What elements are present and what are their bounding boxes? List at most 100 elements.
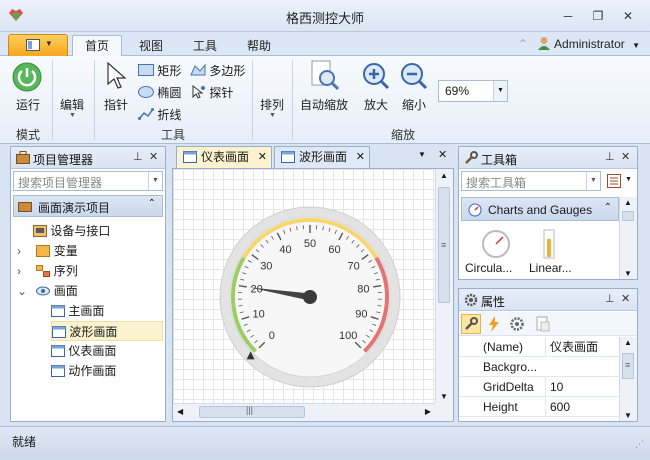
expand-icon[interactable]: ⌄ — [17, 281, 29, 301]
pin-icon[interactable]: ⊥ — [605, 150, 615, 163]
application-menu-button[interactable]: ▼ — [8, 34, 68, 56]
vertical-scrollbar[interactable]: ▲ ≡ ▼ — [435, 169, 453, 403]
collapse-icon[interactable]: ⌃ — [148, 198, 156, 209]
close-icon[interactable]: ✕ — [356, 147, 365, 167]
property-row[interactable]: Backgro... — [459, 357, 619, 377]
toolbox-item-linear-gauge[interactable]: Linear... — [525, 227, 595, 277]
tree-label: 序列 — [53, 264, 78, 278]
gauge-tick — [238, 305, 243, 307]
tree-item-gauge-screen[interactable]: 仪表画面 — [51, 341, 161, 361]
pin-icon[interactable]: ⊥ — [605, 292, 615, 305]
toolbox-search-input[interactable]: 搜索工具箱 ▼ — [461, 171, 601, 191]
scroll-left-icon[interactable]: ◀ — [177, 407, 183, 416]
properties-view-button[interactable] — [461, 314, 481, 334]
horizontal-scrollbar[interactable]: ◀ ||| ▶ — [173, 403, 435, 421]
rectangle-label: 矩形 — [157, 64, 182, 78]
tab-list-dropdown-icon[interactable]: ▼ — [418, 150, 426, 159]
toolbox-view-menu[interactable]: ▼ — [605, 171, 635, 191]
resize-grip-icon[interactable]: ⋰ — [635, 439, 644, 450]
panel-title: 项目管理器 — [33, 153, 94, 167]
vertical-scrollbar[interactable]: ▲ ≡ ▼ — [619, 337, 637, 421]
doc-tab-gauge-screen[interactable]: 仪表画面 ✕ — [176, 146, 272, 168]
polyline-icon — [138, 108, 154, 120]
tab-home[interactable]: 首页 — [72, 35, 122, 57]
property-row[interactable]: (Name) 仪表画面 — [459, 337, 619, 357]
property-value[interactable]: 600 — [545, 397, 617, 417]
property-value[interactable]: 仪表画面 — [545, 337, 617, 357]
close-icon[interactable]: ✕ — [149, 150, 158, 163]
wrench-icon — [465, 317, 478, 330]
scroll-up-icon[interactable]: ▲ — [624, 198, 632, 207]
polygon-button[interactable]: 多边形 — [190, 62, 245, 78]
collapse-icon[interactable]: ⌃ — [604, 202, 612, 213]
probe-button[interactable]: 探针 — [190, 84, 233, 100]
close-icon[interactable]: ✕ — [621, 292, 630, 305]
expand-icon[interactable]: › — [17, 261, 29, 281]
scrollbar-thumb[interactable]: ≡ — [438, 187, 450, 303]
gauge-hub — [303, 290, 317, 304]
zoom-level-combo[interactable]: 69% ▼ — [438, 80, 508, 102]
arrange-label: 排列 — [260, 98, 285, 112]
scroll-up-icon[interactable]: ▲ — [624, 338, 632, 347]
tree-item-action-screen[interactable]: 动作画面 — [51, 361, 161, 381]
item-label: Circula... — [465, 261, 513, 275]
gauge-tick — [377, 305, 382, 307]
property-name: GridDelta — [483, 380, 534, 394]
gauge-tick-label: 0 — [269, 330, 275, 342]
polyline-button[interactable]: 折线 — [138, 106, 181, 122]
scrollbar-thumb[interactable]: ||| — [199, 405, 305, 418]
tree-item-waveform-screen[interactable]: 波形画面 — [51, 321, 163, 341]
close-icon[interactable]: ✕ — [438, 148, 447, 161]
gear-icon[interactable] — [509, 316, 525, 332]
ellipse-button[interactable]: 椭圆 — [138, 84, 181, 100]
scroll-up-icon[interactable]: ▲ — [440, 171, 448, 180]
collapse-ribbon-icon[interactable]: ⌃ — [518, 37, 528, 51]
project-search-input[interactable]: 搜索项目管理器 ▼ — [13, 171, 163, 191]
property-row[interactable]: GridDelta 10 — [459, 377, 619, 397]
tree-item-sequences[interactable]: › 序列 — [17, 261, 161, 281]
tree-item-devices[interactable]: 设备与接口 — [25, 221, 161, 241]
circular-gauge[interactable]: 010203040 50 60708090100 — [173, 169, 435, 405]
close-button[interactable]: ✕ — [616, 6, 640, 26]
variable-icon — [36, 245, 51, 257]
scroll-down-icon[interactable]: ▼ — [440, 392, 448, 401]
scroll-down-icon[interactable]: ▼ — [624, 411, 632, 420]
scroll-down-icon[interactable]: ▼ — [624, 269, 632, 278]
tree-item-screens[interactable]: ⌄ 画面 — [17, 281, 161, 301]
minimize-button[interactable]: ─ — [556, 6, 580, 26]
restore-button[interactable]: ❐ — [586, 6, 610, 26]
doc-tab-waveform-screen[interactable]: 波形画面 ✕ — [274, 146, 370, 168]
rectangle-button[interactable]: 矩形 — [138, 62, 181, 78]
scrollbar-thumb[interactable]: ≡ — [622, 353, 634, 379]
chevron-down-icon[interactable]: ▼ — [586, 172, 600, 190]
close-icon[interactable]: ✕ — [621, 150, 630, 163]
toolbox-item-circular-gauge[interactable]: Circula... — [463, 227, 533, 277]
tab-help[interactable]: 帮助 — [236, 36, 282, 57]
zoom-group-label: 缩放 — [390, 128, 415, 142]
user-menu[interactable]: ⌃ Administrator ▼ — [518, 36, 640, 54]
scrollbar-thumb[interactable] — [622, 211, 634, 221]
pin-icon[interactable]: ⊥ — [133, 150, 143, 163]
design-canvas[interactable]: 0 10 20 30 40 50 60 70 80 90 100 ▲ ≡ ▼ ◀ ||| ▶ — [172, 168, 454, 422]
expand-icon[interactable]: › — [17, 241, 29, 261]
scroll-right-icon[interactable]: ▶ — [425, 407, 431, 416]
close-icon[interactable]: ✕ — [258, 147, 267, 167]
property-value[interactable]: 10 — [545, 377, 617, 397]
project-manager-panel: 项目管理器 ⊥ ✕ 搜索项目管理器 ▼ 画面演示项目 ⌃ 设备与接口 › 变量 … — [10, 146, 166, 422]
tab-tools[interactable]: 工具 — [182, 36, 228, 57]
toolbox-category-header[interactable]: Charts and Gauges ⌃ — [461, 197, 619, 221]
mode-group-label: 模式 — [15, 128, 40, 142]
properties-panel: 属性 ⊥ ✕ (Name) 仪表画面 Backgro... GridDelta 10… — [458, 288, 638, 422]
lightning-icon[interactable] — [487, 316, 501, 332]
page-icon[interactable] — [535, 316, 551, 332]
vertical-scrollbar[interactable]: ▲ ▼ — [619, 197, 637, 279]
project-section-header[interactable]: 画面演示项目 ⌃ — [13, 195, 163, 217]
tree-item-variables[interactable]: › 变量 — [17, 241, 161, 261]
tree-item-main-screen[interactable]: 主画面 — [51, 301, 161, 321]
search-placeholder: 搜索工具箱 — [466, 176, 527, 190]
tab-view[interactable]: 视图 — [128, 36, 174, 57]
chevron-down-icon[interactable]: ▼ — [148, 172, 162, 190]
group-divider — [292, 60, 293, 140]
property-row[interactable]: Height 600 — [459, 397, 619, 417]
chevron-down-icon[interactable]: ▼ — [493, 81, 507, 101]
